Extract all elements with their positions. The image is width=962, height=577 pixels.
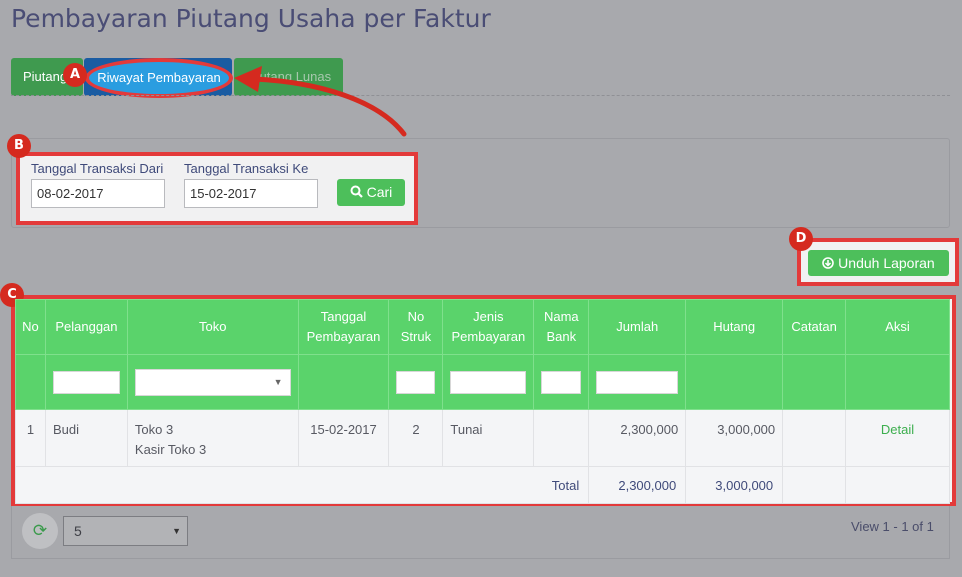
filter-bank-input[interactable] <box>541 370 582 394</box>
cell-jenis: Tunai <box>442 409 535 467</box>
tab-divider <box>11 95 950 96</box>
cell-bank <box>533 409 590 467</box>
tab-riwayat-pembayaran[interactable]: Riwayat Pembayaran <box>85 58 233 98</box>
filter-pelanggan-input[interactable] <box>52 370 120 394</box>
table-row: 1 Budi Toko 3 Kasir Toko 3 15-02-2017 2 T… <box>15 409 950 467</box>
col-header-nama-bank[interactable]: Nama Bank <box>533 299 590 355</box>
annotation-badge-b: B <box>7 134 31 158</box>
filter-cell <box>442 354 535 410</box>
table-total-row: Total 2,300,000 3,000,000 <box>14 466 950 504</box>
col-header-text: Pembayaran <box>451 329 526 344</box>
col-header-tanggal-pembayaran[interactable]: Tanggal Pembayaran <box>297 299 390 355</box>
refresh-icon: ⟳ <box>32 521 48 540</box>
cell-no: 1 <box>15 409 46 467</box>
col-header-text: Jenis <box>473 309 504 324</box>
col-header-pelanggan[interactable]: Pelanggan <box>44 299 128 355</box>
col-header-text: Nama <box>543 309 579 324</box>
page-size-value: 5 <box>74 523 82 539</box>
filter-cell-empty <box>782 354 847 410</box>
table-filter-row: ▼ <box>15 354 950 410</box>
filter-jenis-input[interactable] <box>450 370 527 394</box>
col-header-text: No <box>407 309 425 324</box>
total-empty <box>782 466 847 504</box>
total-jumlah: 2,300,000 <box>588 466 687 504</box>
download-circle-icon <box>822 257 835 269</box>
table-header-row: No Pelanggan Toko Tanggal Pembayaran No St… <box>15 299 950 355</box>
search-button-label: Cari <box>366 184 393 200</box>
cell-toko-kasir: Kasir Toko 3 <box>134 442 207 457</box>
cell-tanggal: 15-02-2017 <box>297 409 390 467</box>
cell-hutang: 3,000,000 <box>685 409 784 467</box>
chevron-down-icon: ▼ <box>172 526 181 536</box>
cell-catatan <box>782 409 847 467</box>
total-hutang: 3,000,000 <box>685 466 784 504</box>
annotation-badge-d: D <box>789 227 813 251</box>
col-header-no-struk[interactable]: No Struk <box>388 299 444 355</box>
date-from-label: Tanggal Transaksi Dari <box>31 161 164 176</box>
filter-cell-empty <box>15 354 46 410</box>
filter-cell-empty <box>685 354 784 410</box>
annotation-arrow <box>234 66 407 137</box>
filter-jumlah-input[interactable] <box>596 370 679 394</box>
col-header-toko[interactable]: Toko <box>126 299 299 355</box>
col-header-text: Bank <box>546 329 577 344</box>
search-button[interactable]: Cari <box>337 179 405 206</box>
cell-toko-name: Toko 3 <box>134 422 174 437</box>
filter-toko-select[interactable]: ▼ <box>134 368 291 396</box>
col-header-jenis-pembayaran[interactable]: Jenis Pembayaran <box>442 299 535 355</box>
download-report-label: Unduh Laporan <box>838 255 935 271</box>
col-header-catatan[interactable]: Catatan <box>782 299 847 355</box>
col-header-hutang[interactable]: Hutang <box>685 299 784 355</box>
total-empty <box>845 466 950 504</box>
payment-history-table: No Pelanggan Toko Tanggal Pembayaran No St… <box>14 299 950 504</box>
filter-cell <box>44 354 128 410</box>
col-header-text: Pembayaran <box>306 329 381 344</box>
download-report-button[interactable]: Unduh Laporan <box>808 250 949 276</box>
annotation-badge-a: A <box>63 63 87 87</box>
filter-cell: ▼ <box>126 354 299 410</box>
filter-cell <box>388 354 444 410</box>
date-to-label: Tanggal Transaksi Ke <box>184 161 309 176</box>
filter-cell <box>533 354 590 410</box>
col-header-no[interactable]: No <box>15 299 46 355</box>
refresh-button[interactable]: ⟳ <box>22 513 58 549</box>
col-header-text: Struk <box>400 329 432 344</box>
detail-link[interactable]: Detail <box>881 422 914 437</box>
chevron-down-icon: ▼ <box>273 376 283 387</box>
cell-aksi: Detail <box>845 409 950 467</box>
col-header-aksi[interactable]: Aksi <box>845 299 950 355</box>
cell-toko: Toko 3 Kasir Toko 3 <box>126 409 299 467</box>
filter-cell-empty <box>845 354 950 410</box>
filter-cell <box>588 354 687 410</box>
filter-cell-empty <box>297 354 390 410</box>
cell-pelanggan: Budi <box>44 409 128 467</box>
date-from-input[interactable]: 08-02-2017 <box>31 179 165 208</box>
page-size-select[interactable]: 5 ▼ <box>63 516 188 546</box>
search-icon <box>350 185 363 198</box>
cell-jumlah: 2,300,000 <box>588 409 687 467</box>
total-label: Total <box>14 466 590 504</box>
page-title: Pembayaran Piutang Usaha per Faktur <box>11 4 491 33</box>
filter-struk-input[interactable] <box>396 370 436 394</box>
col-header-text: Tanggal <box>320 309 367 324</box>
cell-struk: 2 <box>388 409 444 467</box>
view-info: View 1 - 1 of 1 <box>851 519 934 534</box>
col-header-jumlah[interactable]: Jumlah <box>588 299 687 355</box>
date-to-input[interactable]: 15-02-2017 <box>184 179 318 208</box>
